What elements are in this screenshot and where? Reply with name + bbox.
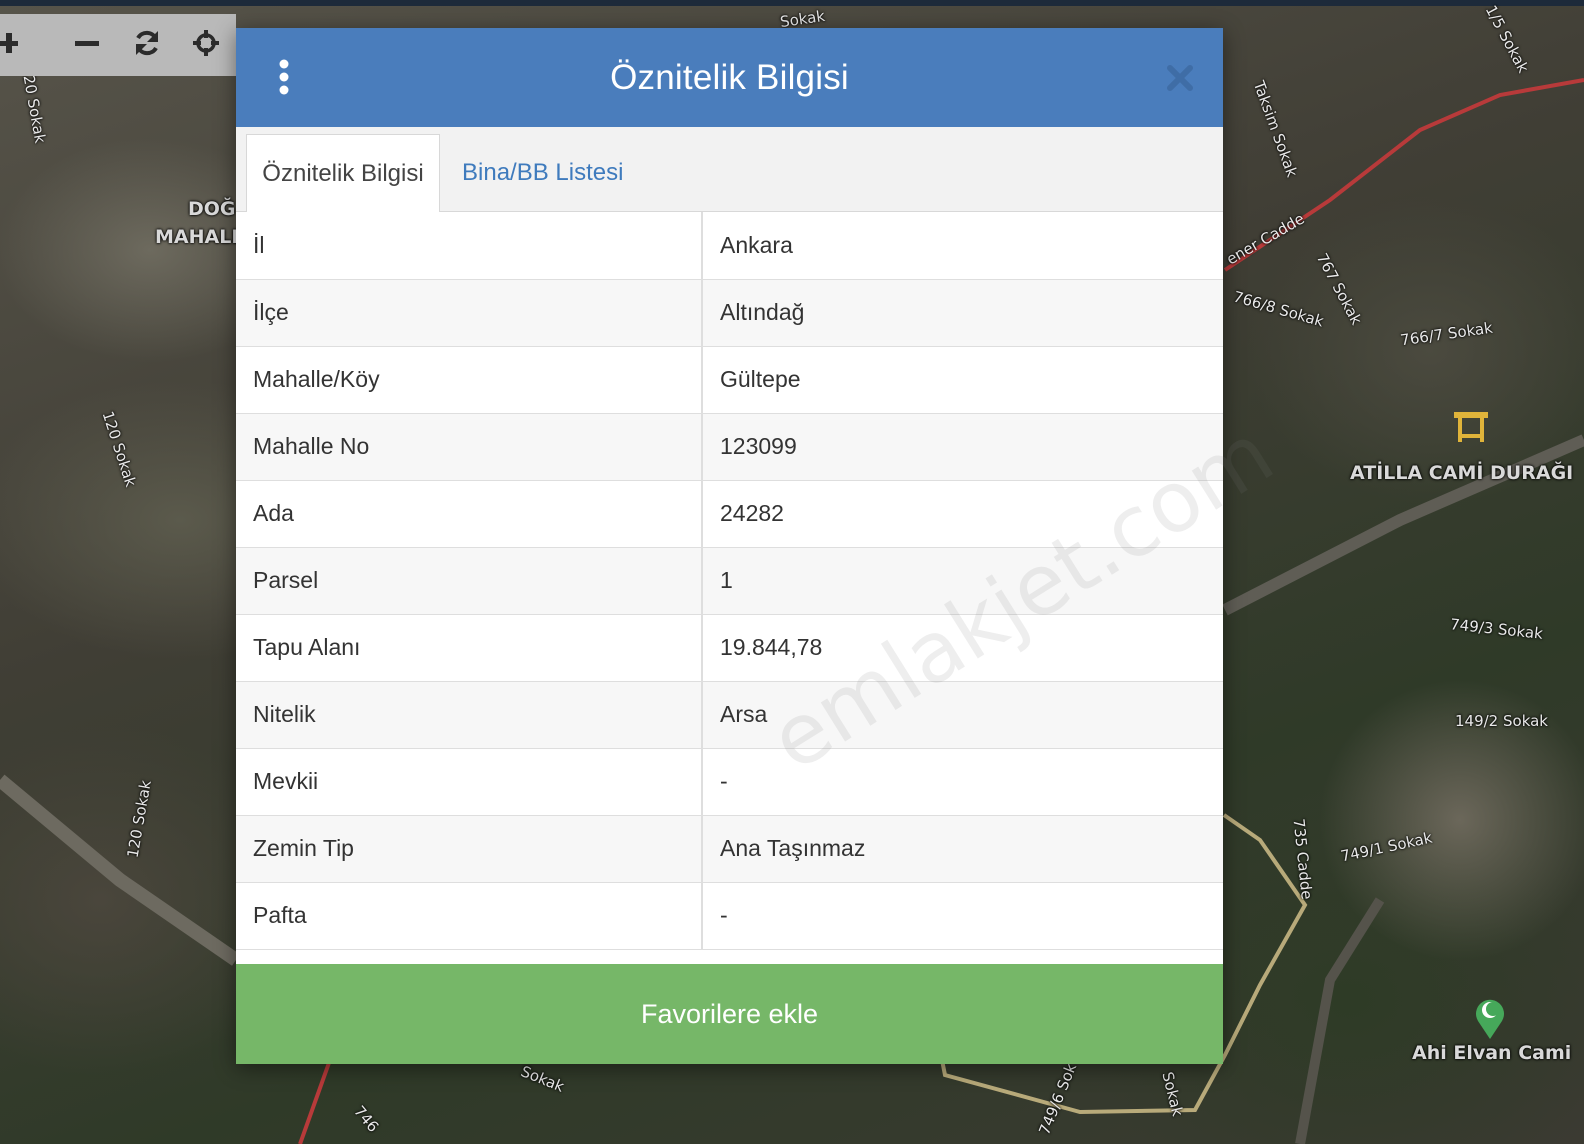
map-street-label: 149/2 Sokak — [1455, 712, 1548, 730]
map-area-label: MAHALL — [155, 226, 244, 248]
attribute-value: Ankara — [702, 212, 1223, 280]
table-row: Mahalle No 123099 — [236, 413, 1223, 481]
close-icon[interactable] — [1165, 63, 1195, 93]
table-row: Parsel 1 — [236, 547, 1223, 615]
table-row: İl Ankara — [236, 212, 1223, 280]
attribute-key: Mahalle/Köy — [236, 346, 703, 414]
minus-icon — [74, 31, 99, 60]
attribute-key: Ada — [236, 480, 703, 548]
table-row: Mahalle/Köy Gültepe — [236, 346, 1223, 414]
attribute-value: 1 — [702, 547, 1223, 615]
table-row: İlçe Altındağ — [236, 279, 1223, 347]
mosque-label: Ahi Elvan Cami — [1412, 1042, 1572, 1064]
attribute-value: - — [702, 882, 1223, 950]
refresh-button[interactable] — [117, 14, 177, 76]
attribute-key: Parsel — [236, 547, 703, 615]
attribute-value: Arsa — [702, 681, 1223, 749]
table-row: Zemin Tip Ana Taşınmaz — [236, 815, 1223, 883]
attribute-key: İlçe — [236, 279, 703, 347]
attribute-key: Nitelik — [236, 681, 703, 749]
attribute-value: 24282 — [702, 480, 1223, 548]
attribute-key: Mahalle No — [236, 413, 703, 481]
attribute-key: Tapu Alanı — [236, 614, 703, 682]
crosshair-icon — [192, 29, 220, 62]
attribute-value: Altındağ — [702, 279, 1223, 347]
attribute-value: - — [702, 748, 1223, 816]
map-area-label: DOĞ — [188, 198, 236, 220]
map-toolbar — [0, 14, 236, 76]
add-to-favorites-button[interactable]: Favorilere ekle — [236, 964, 1223, 1064]
table-row: Mevkii - — [236, 748, 1223, 816]
zoom-in-button[interactable] — [0, 14, 21, 76]
table-row: Nitelik Arsa — [236, 681, 1223, 749]
attribute-key: İl — [236, 212, 703, 280]
plus-icon — [0, 31, 20, 60]
bus-stop-label: ATİLLA CAMİ DURAĞI — [1350, 462, 1574, 484]
attribute-value: 19.844,78 — [702, 614, 1223, 682]
attribute-value: Ana Taşınmaz — [702, 815, 1223, 883]
modal-header: Öznitelik Bilgisi — [236, 28, 1223, 127]
table-row: Ada 24282 — [236, 480, 1223, 548]
top-bar — [0, 0, 1584, 6]
attribute-key: Mevkii — [236, 748, 703, 816]
table-row: Tapu Alanı 19.844,78 — [236, 614, 1223, 682]
attribute-value: 123099 — [702, 413, 1223, 481]
attribute-key: Zemin Tip — [236, 815, 703, 883]
tab-building-list[interactable]: Bina/BB Listesi — [462, 134, 623, 211]
table-row: Pafta - — [236, 882, 1223, 950]
attribute-key: Pafta — [236, 882, 703, 950]
tab-attribute-info[interactable]: Öznitelik Bilgisi — [246, 134, 440, 212]
attribute-value: Gültepe — [702, 346, 1223, 414]
tab-strip: Öznitelik Bilgisi Bina/BB Listesi — [236, 127, 1223, 212]
modal-title: Öznitelik Bilgisi — [610, 57, 849, 97]
kebab-menu-icon[interactable] — [274, 58, 294, 98]
attribute-table: İl Ankara İlçe Altındağ Mahalle/Köy Gültepe Ma… — [236, 212, 1223, 950]
attribute-info-modal: Öznitelik Bilgisi Öznitelik Bilgisi Bina… — [236, 28, 1290, 1064]
refresh-icon — [133, 29, 161, 62]
locate-button[interactable] — [176, 14, 236, 76]
zoom-out-button[interactable] — [57, 14, 117, 76]
